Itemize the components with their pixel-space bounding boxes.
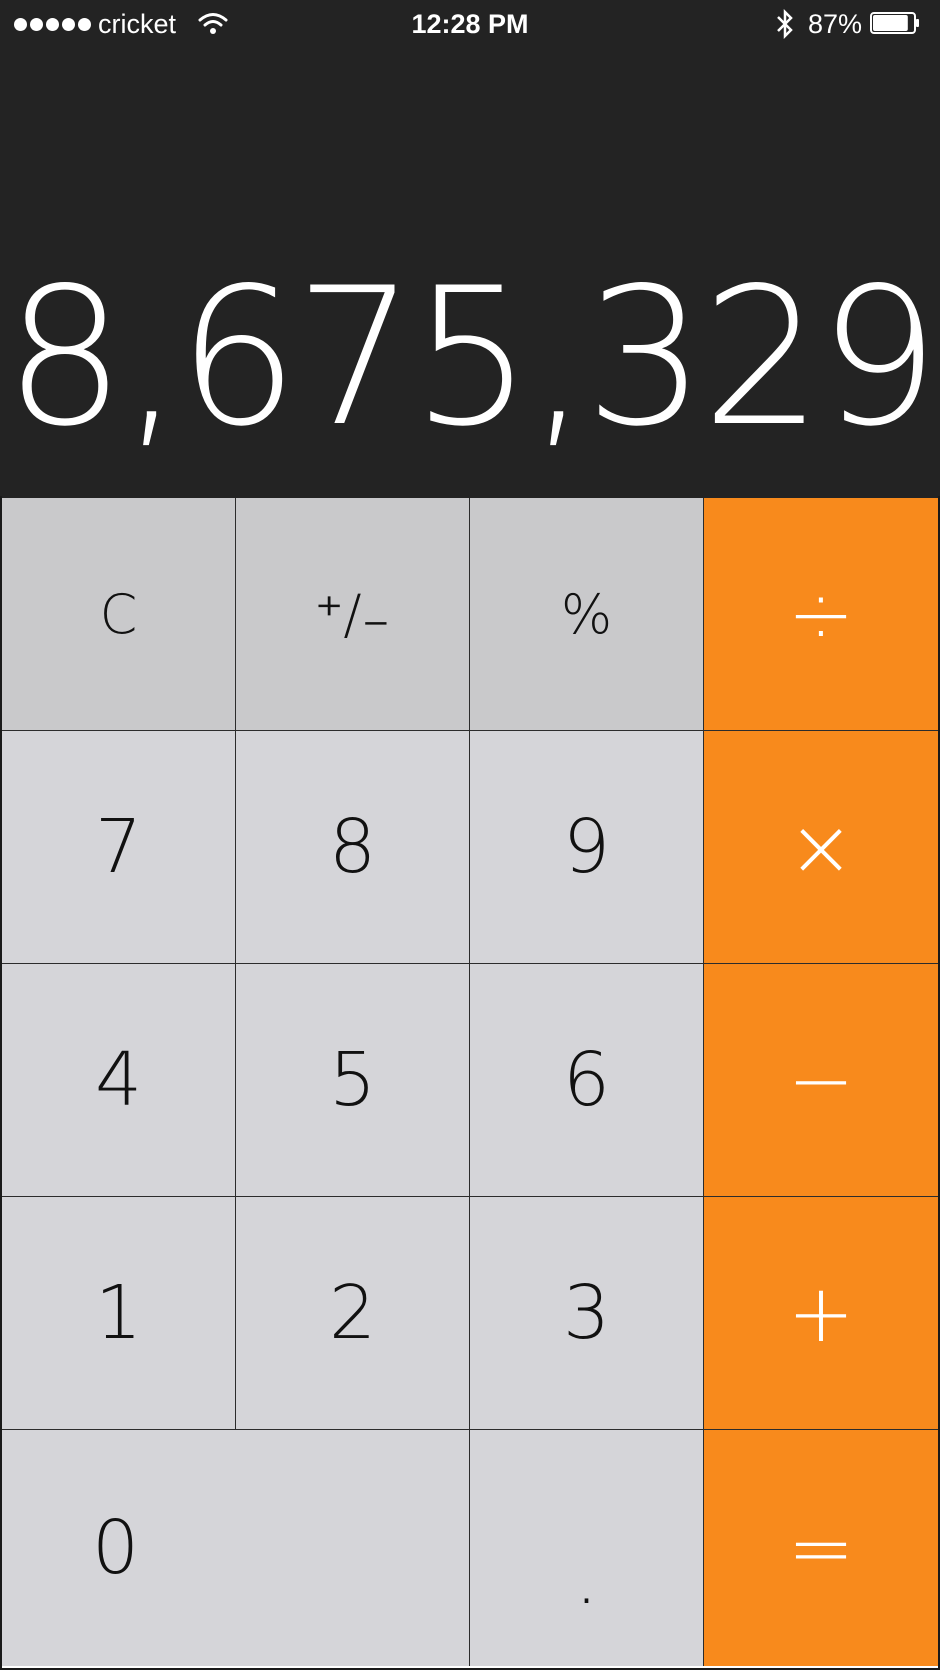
digit-7-button[interactable]: 7 — [2, 731, 236, 964]
equals-button[interactable]: = — [704, 1430, 938, 1666]
digit-9-button[interactable]: 9 — [470, 731, 704, 964]
clear-button[interactable]: C — [2, 498, 236, 731]
battery-icon — [870, 12, 919, 34]
digit-0-button[interactable]: 0 — [2, 1430, 470, 1666]
calculator-app: cricket 12:28 PM 87% 8,675,329 C ⁺∕₋ % ÷… — [0, 0, 940, 1670]
status-bar: cricket 12:28 PM 87% — [0, 0, 940, 48]
digit-2-button[interactable]: 2 — [236, 1197, 470, 1430]
status-time: 12:28 PM — [411, 9, 529, 39]
divide-button[interactable]: ÷ — [704, 498, 938, 731]
digit-8-button[interactable]: 8 — [236, 731, 470, 964]
plus-minus-button[interactable]: ⁺∕₋ — [236, 498, 470, 731]
percent-button[interactable]: % — [470, 498, 704, 731]
bluetooth-icon — [777, 9, 793, 39]
minus-button[interactable]: − — [704, 964, 938, 1197]
display-area: cricket 12:28 PM 87% 8,675,329 — [0, 0, 940, 498]
digit-1-button[interactable]: 1 — [2, 1197, 236, 1430]
plus-button[interactable]: + — [704, 1197, 938, 1430]
digit-5-button[interactable]: 5 — [236, 964, 470, 1197]
digit-6-button[interactable]: 6 — [470, 964, 704, 1197]
keypad: C ⁺∕₋ % ÷ 7 8 9 × 4 5 6 − 1 2 3 + 0 . = — [2, 498, 938, 1666]
digit-3-button[interactable]: 3 — [470, 1197, 704, 1430]
decimal-button[interactable]: . — [470, 1430, 704, 1666]
result-display: 8,675,329 — [4, 258, 940, 458]
multiply-button[interactable]: × — [704, 731, 938, 964]
digit-4-button[interactable]: 4 — [2, 964, 236, 1197]
battery-percent: 87% — [808, 9, 863, 39]
